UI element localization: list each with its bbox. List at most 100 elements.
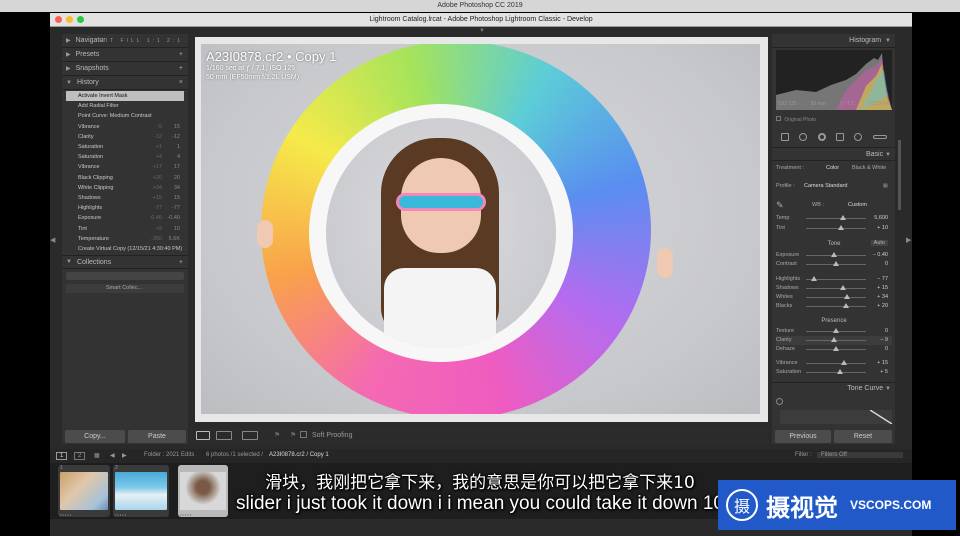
close-icon[interactable] xyxy=(55,16,62,23)
highlights-slider-track[interactable] xyxy=(806,276,866,281)
saturation-value[interactable]: + 5 xyxy=(880,368,888,377)
blacks-slider-track[interactable] xyxy=(806,303,866,308)
zoom-fill[interactable]: FILL xyxy=(120,38,142,44)
tint-slider-row[interactable]: Tint + 10 xyxy=(776,224,892,233)
checkbox-icon[interactable] xyxy=(776,116,781,121)
graduated-filter-icon[interactable] xyxy=(836,133,845,141)
history-item[interactable]: Shadows +15 15 xyxy=(66,193,184,203)
profile-browser-icon[interactable]: ▦ xyxy=(883,182,888,191)
forward-arrow-icon[interactable]: ▶ xyxy=(122,452,127,459)
history-item[interactable]: Add Radial Filter xyxy=(66,101,184,111)
shadows-value[interactable]: + 15 xyxy=(877,284,888,293)
history-item[interactable]: Activate Invert Mask xyxy=(66,91,184,102)
tint-slider-knob[interactable] xyxy=(837,225,844,230)
red-eye-icon[interactable] xyxy=(817,133,826,141)
main-photo[interactable]: A23I0878.cr2 • Copy 1 1/160 sec at ƒ / 7… xyxy=(201,44,760,414)
contrast-slider-knob[interactable] xyxy=(833,261,839,266)
temp-slider-knob[interactable] xyxy=(840,215,847,220)
navigator-header[interactable]: ▶ Navigator FIT FILL 1:1 2:1 xyxy=(62,34,188,48)
folder-source[interactable]: Folder : 2021 Edits xyxy=(144,452,194,458)
history-item[interactable]: Create Virtual Copy (12/15/21 4:30:40 PM… xyxy=(66,244,184,254)
texture-slider-track[interactable] xyxy=(806,328,866,333)
history-header[interactable]: ▼ History × xyxy=(62,76,188,90)
texture-value[interactable]: 0 xyxy=(885,327,888,336)
clarity-slider-track[interactable] xyxy=(806,337,866,342)
before-after-icon[interactable] xyxy=(216,431,232,440)
minimize-icon[interactable] xyxy=(66,16,73,23)
add-snapshot-button[interactable]: + xyxy=(179,65,183,72)
contrast-slider-row[interactable]: Contrast 0 xyxy=(776,260,892,269)
highlights-value[interactable]: − 77 xyxy=(877,275,888,284)
collections-search-input[interactable] xyxy=(66,272,184,280)
secondary-window-1-button[interactable]: 1 xyxy=(56,452,68,460)
dehaze-slider-row[interactable]: Dehaze 0 xyxy=(776,345,892,354)
window-controls[interactable] xyxy=(55,16,84,23)
zoom-icon[interactable] xyxy=(77,16,84,23)
selected-filename[interactable]: A23I0878.cr2 / Copy 1 xyxy=(269,452,329,458)
history-item[interactable]: Point Curve: Medium Contrast xyxy=(66,111,184,121)
whites-slider-row[interactable]: Whites + 34 xyxy=(776,293,892,302)
histogram-header[interactable]: Histogram ▼ xyxy=(772,34,895,48)
crop-tool-icon[interactable] xyxy=(781,133,790,141)
zoom-options[interactable]: FIT FILL 1:1 2:1 xyxy=(100,38,183,44)
history-item[interactable]: Saturation +1 1 xyxy=(66,142,184,152)
whites-slider-knob[interactable] xyxy=(843,294,850,299)
right-panel-scrollbar[interactable] xyxy=(898,140,901,210)
treatment-bw-button[interactable]: Black & White xyxy=(852,164,886,173)
exposure-slider-track[interactable] xyxy=(806,252,866,257)
blacks-value[interactable]: + 20 xyxy=(877,302,888,311)
shadows-slider-row[interactable]: Shadows + 15 xyxy=(776,284,892,293)
exposure-slider-row[interactable]: Exposure − 0.40 xyxy=(776,251,892,260)
zoom-fit[interactable]: FIT xyxy=(100,38,116,44)
target-adjust-icon[interactable] xyxy=(776,398,783,405)
collections-header[interactable]: ▼ Collections + xyxy=(62,255,188,269)
exposure-slider-knob[interactable] xyxy=(830,252,837,257)
dehaze-slider-track[interactable] xyxy=(806,346,866,351)
texture-slider-knob[interactable] xyxy=(833,328,839,333)
right-panel-toggle-icon[interactable]: ▶ xyxy=(906,236,911,244)
eyedropper-icon[interactable]: ✎ xyxy=(776,201,784,210)
clarity-slider-knob[interactable] xyxy=(830,337,837,342)
grid-icon[interactable]: ▦ xyxy=(94,452,100,459)
yy-view-icon[interactable] xyxy=(242,431,258,440)
whites-slider-track[interactable] xyxy=(806,294,866,299)
dehaze-slider-knob[interactable] xyxy=(833,346,839,351)
zoom-1-1[interactable]: 1:1 xyxy=(147,38,163,44)
history-item[interactable]: Highlights -77 -77 xyxy=(66,203,184,213)
basic-header[interactable]: Basic ▼ xyxy=(772,147,895,161)
vibrance-value[interactable]: + 15 xyxy=(877,359,888,368)
reset-button[interactable]: Reset xyxy=(834,430,892,443)
history-item[interactable]: Exposure -0.40 -0.40 xyxy=(66,213,184,223)
tint-value[interactable]: + 10 xyxy=(877,224,888,233)
flag-icon[interactable]: ⚑ xyxy=(274,431,280,439)
add-collection-button[interactable]: + xyxy=(179,259,183,266)
history-item[interactable]: Saturation +4 4 xyxy=(66,152,184,162)
saturation-slider-row[interactable]: Saturation + 5 xyxy=(776,368,892,377)
soft-proofing-checkbox[interactable] xyxy=(300,431,307,438)
temp-slider-track[interactable] xyxy=(806,215,866,220)
shadows-slider-track[interactable] xyxy=(806,285,866,290)
saturation-slider-knob[interactable] xyxy=(836,369,843,374)
history-item[interactable]: Black Clipping +20 20 xyxy=(66,173,184,183)
vibrance-slider-track[interactable] xyxy=(806,360,866,365)
shadows-slider-knob[interactable] xyxy=(840,285,847,290)
clarity-value[interactable]: − 9 xyxy=(880,336,888,345)
blacks-slider-knob[interactable] xyxy=(842,303,849,308)
secondary-window-2-button[interactable]: 2 xyxy=(74,452,86,460)
zoom-2-1[interactable]: 2:1 xyxy=(167,38,183,44)
tint-slider-track[interactable] xyxy=(806,225,866,230)
vibrance-slider-knob[interactable] xyxy=(841,360,848,365)
left-panel-toggle-icon[interactable]: ◀ xyxy=(50,236,55,244)
treatment-color-button[interactable]: Color xyxy=(826,164,839,173)
tone-curve-header[interactable]: Tone Curve ▼ xyxy=(772,382,895,394)
history-item[interactable]: Tint +9 10 xyxy=(66,223,184,233)
contrast-slider-track[interactable] xyxy=(806,261,866,266)
highlights-slider-knob[interactable] xyxy=(811,276,818,281)
previous-button[interactable]: Previous xyxy=(775,430,831,443)
top-panel-toggle-icon[interactable]: ▼ xyxy=(479,28,485,34)
spot-removal-icon[interactable] xyxy=(799,133,808,141)
temp-slider-row[interactable]: Temp 5,600 xyxy=(776,214,892,223)
history-item[interactable]: Temperature -350 5.6K xyxy=(66,234,184,244)
smart-collection-item[interactable]: Smart Collec... xyxy=(66,284,184,293)
radial-filter-icon[interactable] xyxy=(854,133,863,141)
